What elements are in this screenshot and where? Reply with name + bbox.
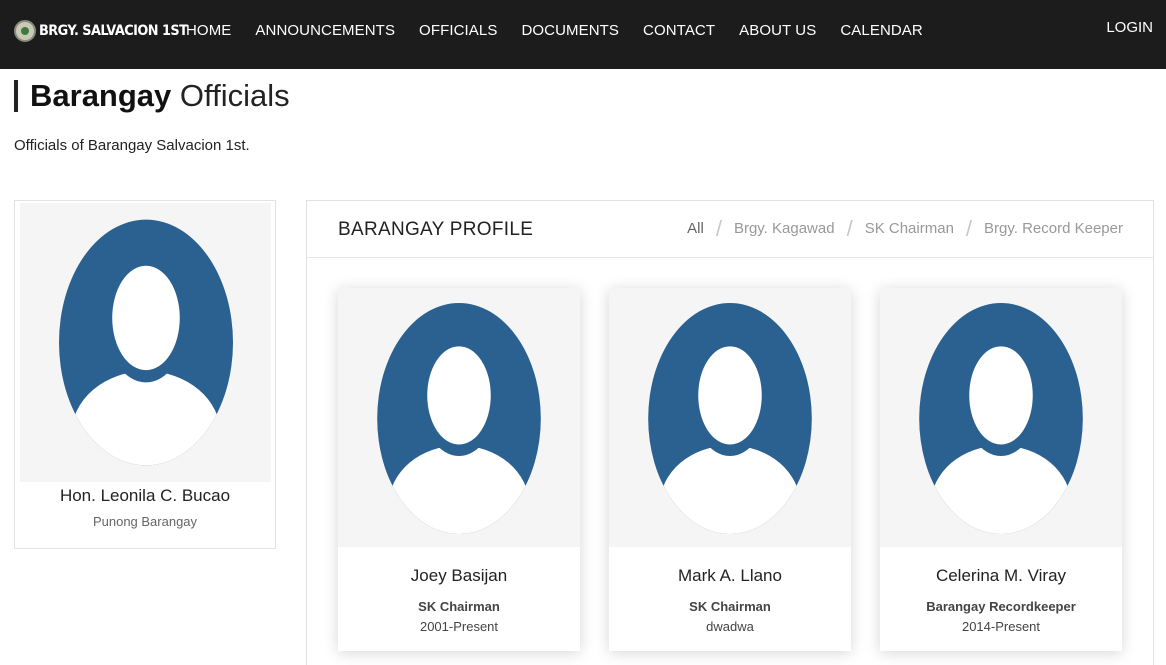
nav-announcements[interactable]: ANNOUNCEMENTS xyxy=(255,22,395,39)
official-term: 2001-Present xyxy=(419,619,499,634)
captain-role: Punong Barangay xyxy=(92,514,198,529)
filter-sk-chairman[interactable]: SK Chairman xyxy=(865,220,954,237)
profile-header: BARANGAY PROFILE All / Brgy. Kagawad / S… xyxy=(307,201,1153,258)
nav-about-us[interactable]: ABOUT US xyxy=(739,22,816,39)
user-avatar-icon xyxy=(648,303,812,534)
brand-link[interactable]: BRGY. SALVACION 1ST xyxy=(14,18,200,44)
official-photo xyxy=(609,288,851,547)
official-photo xyxy=(880,288,1122,547)
nav-documents[interactable]: DOCUMENTS xyxy=(521,22,619,39)
brand-text: BRGY. SALVACION 1ST xyxy=(39,23,188,39)
user-avatar-icon xyxy=(377,303,541,534)
nav-home[interactable]: HOME xyxy=(186,22,231,39)
user-avatar-icon xyxy=(59,219,233,466)
official-name: Joey Basijan xyxy=(410,566,508,585)
filter-separator: / xyxy=(715,216,722,241)
user-avatar-icon xyxy=(919,303,1083,534)
captain-photo xyxy=(20,203,271,482)
page-title-strong: Barangay xyxy=(30,78,172,113)
official-card[interactable]: Mark A. Llano SK Chairman dwadwa xyxy=(609,288,851,651)
nav-officials[interactable]: OFFICIALS xyxy=(419,22,497,39)
filter-tabs: All / Brgy. Kagawad / SK Chairman / Brgy… xyxy=(687,216,1123,241)
official-term: 2014-Present xyxy=(961,619,1041,634)
official-name: Celerina M. Viray xyxy=(935,566,1067,585)
page-subtitle: Officials of Barangay Salvacion 1st. xyxy=(14,137,250,154)
top-navbar: BRGY. SALVACION 1ST HOME ANNOUNCEMENTS O… xyxy=(0,0,1166,69)
official-position: SK Chairman xyxy=(689,599,771,614)
official-card[interactable]: Joey Basijan SK Chairman 2001-Present xyxy=(338,288,580,651)
official-term: dwadwa xyxy=(706,619,754,634)
captain-name: Hon. Leonila C. Bucao xyxy=(59,486,231,505)
barangay-profile-panel: BARANGAY PROFILE All / Brgy. Kagawad / S… xyxy=(306,200,1154,665)
page-title: Barangay Officials xyxy=(14,80,290,112)
official-position: Barangay Recordkeeper xyxy=(926,599,1076,614)
filter-brgy-kagawad[interactable]: Brgy. Kagawad xyxy=(734,220,835,237)
barangay-seal-icon xyxy=(14,20,36,42)
nav-menu: HOME ANNOUNCEMENTS OFFICIALS DOCUMENTS C… xyxy=(186,22,947,39)
page-title-light: Officials xyxy=(179,78,290,113)
login-link[interactable]: LOGIN xyxy=(1106,19,1153,36)
filter-brgy-record-keeper[interactable]: Brgy. Record Keeper xyxy=(984,220,1123,237)
filter-separator: / xyxy=(846,216,853,241)
profile-title: BARANGAY PROFILE xyxy=(338,219,534,240)
filter-separator: / xyxy=(965,216,973,241)
official-position: SK Chairman xyxy=(418,599,500,614)
filter-all[interactable]: All xyxy=(687,220,704,237)
official-name: Mark A. Llano xyxy=(678,566,782,585)
official-photo xyxy=(338,288,580,547)
nav-contact[interactable]: CONTACT xyxy=(643,22,715,39)
nav-calendar[interactable]: CALENDAR xyxy=(840,22,923,39)
official-card[interactable]: Celerina M. Viray Barangay Recordkeeper … xyxy=(880,288,1122,651)
captain-card: Hon. Leonila C. Bucao Punong Barangay xyxy=(14,200,276,549)
